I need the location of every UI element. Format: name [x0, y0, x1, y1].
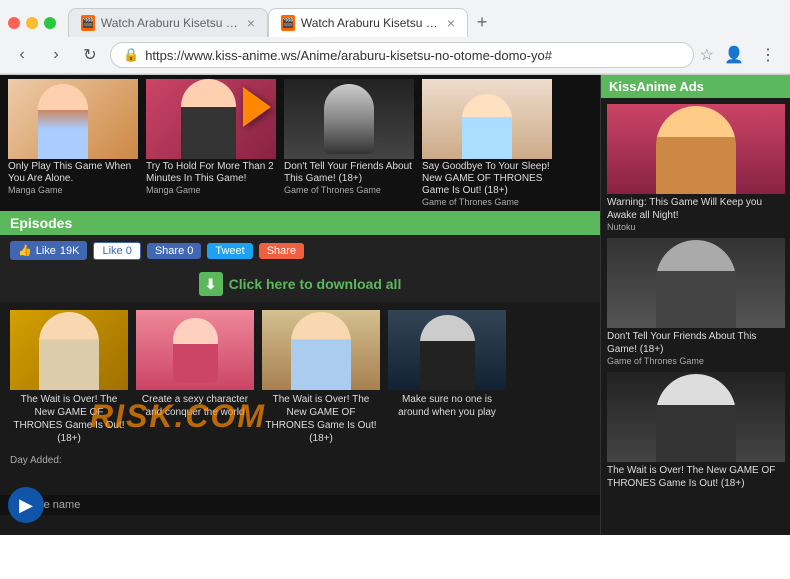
tab-2-favicon: 🎬 [281, 15, 295, 31]
sidebar-ad-1-source: Nutoku [607, 222, 784, 232]
sidebar-ad-1-title: Warning: This Game Will Keep you Awake a… [607, 196, 784, 222]
fb-like-label: Like [36, 245, 56, 257]
top-ad-3-title: Don't Tell Your Friends About This Game!… [284, 161, 414, 185]
top-ad-3-image [284, 79, 414, 159]
nav-bar: ‹ › ↻ 🔒 https://www.kiss-anime.ws/Anime/… [0, 37, 790, 74]
top-ad-4-image [422, 79, 552, 159]
top-ad-1-source: Manga Game [8, 185, 138, 195]
sidebar-ad-3-image [607, 372, 785, 462]
top-ad-3[interactable]: Don't Tell Your Friends About This Game!… [284, 79, 414, 207]
top-ad-4[interactable]: Say Goodbye To Your Sleep! New GAME OF T… [422, 79, 552, 207]
loading-badge: ▶ [8, 487, 44, 523]
bookmark-icon[interactable]: ☆ [700, 45, 714, 65]
tab-1-label: Watch Araburu Kisetsu no Oto... [101, 16, 241, 30]
minimize-window-btn[interactable] [26, 17, 38, 29]
episode-4-thumb [388, 310, 506, 390]
maximize-window-btn[interactable] [44, 17, 56, 29]
lock-icon: 🔒 [123, 47, 139, 63]
tab-1[interactable]: 🎬 Watch Araburu Kisetsu no Oto... × [68, 8, 268, 37]
top-ads-strip: Only Play This Game When You Are Alone. … [0, 75, 600, 211]
right-sidebar: KissAnime Ads Warning: This Game Will Ke… [600, 75, 790, 535]
top-ad-4-source: Game of Thrones Game [422, 197, 552, 207]
watermark: RISK.COM [90, 398, 600, 435]
fb-like-icon: 👍 [18, 244, 32, 257]
address-bar[interactable]: 🔒 https://www.kiss-anime.ws/Anime/arabur… [110, 42, 694, 68]
main-content: Only Play This Game When You Are Alone. … [0, 75, 600, 535]
sidebar-ad-2-title: Don't Tell Your Friends About This Game!… [607, 330, 784, 356]
new-tab-btn[interactable]: + [468, 8, 496, 36]
top-ad-3-source: Game of Thrones Game [284, 185, 414, 195]
sidebar-ad-3[interactable]: The Wait is Over! The New GAME OF THRONE… [607, 372, 784, 490]
back-btn[interactable]: ‹ [8, 41, 36, 69]
sidebar-ad-1[interactable]: Warning: This Game Will Keep you Awake a… [607, 104, 784, 232]
top-ad-1[interactable]: Only Play This Game When You Are Alone. … [8, 79, 138, 207]
download-icon: ⬇ [199, 272, 223, 296]
title-bar: 🎬 Watch Araburu Kisetsu no Oto... × 🎬 Wa… [0, 0, 790, 37]
address-text: https://www.kiss-anime.ws/Anime/araburu-… [145, 48, 680, 63]
sidebar-ad-2-source: Game of Thrones Game [607, 356, 784, 366]
social-bar: 👍 Like 19K Like 0 Share 0 Tweet Share [0, 235, 600, 266]
refresh-btn[interactable]: ↻ [76, 41, 104, 69]
page-content: Only Play This Game When You Are Alone. … [0, 75, 790, 535]
sidebar-header: KissAnime Ads [601, 75, 790, 98]
account-btn[interactable]: 👤 [720, 41, 748, 69]
day-added: Day Added: [0, 453, 600, 468]
like-count: 19K [60, 245, 80, 257]
like-box[interactable]: 👍 Like 19K [10, 241, 87, 260]
sidebar-ad-2[interactable]: Don't Tell Your Friends About This Game!… [607, 238, 784, 366]
bottom-bar: Episode name [0, 495, 600, 515]
tabs-bar: 🎬 Watch Araburu Kisetsu no Oto... × 🎬 Wa… [68, 8, 496, 37]
top-ad-2-image [146, 79, 276, 159]
fb-like-btn[interactable]: Like 0 [93, 242, 140, 260]
twitter-tweet-btn[interactable]: Tweet [207, 243, 252, 259]
menu-btn[interactable]: ⋮ [754, 41, 782, 69]
tab-1-favicon: 🎬 [81, 15, 95, 31]
top-ad-2-source: Manga Game [146, 185, 276, 195]
top-ad-4-title: Say Goodbye To Your Sleep! New GAME OF T… [422, 161, 552, 197]
tab-2-label: Watch Araburu Kisetsu no Oto... [301, 16, 441, 30]
forward-btn[interactable]: › [42, 41, 70, 69]
sidebar-ad-3-title: The Wait is Over! The New GAME OF THRONE… [607, 464, 784, 490]
download-bar: ⬇ Click here to download all [0, 266, 600, 302]
tab-1-close[interactable]: × [247, 15, 255, 31]
share-btn[interactable]: Share [259, 243, 304, 259]
download-link[interactable]: ⬇ Click here to download all [199, 272, 402, 296]
episodes-label: Episodes [10, 215, 72, 231]
episode-3-thumb [262, 310, 380, 390]
top-ad-2[interactable]: Try To Hold For More Than 2 Minutes In T… [146, 79, 276, 207]
window-controls [8, 17, 56, 29]
fb-share-btn[interactable]: Share 0 [147, 243, 202, 259]
sidebar-ad-2-image [607, 238, 785, 328]
top-ad-1-title: Only Play This Game When You Are Alone. [8, 161, 138, 185]
top-ad-1-image [8, 79, 138, 159]
sidebar-ad-1-image [607, 104, 785, 194]
browser-chrome: 🎬 Watch Araburu Kisetsu no Oto... × 🎬 Wa… [0, 0, 790, 75]
episodes-header: Episodes [0, 211, 600, 235]
episode-2-thumb [136, 310, 254, 390]
loading-icon: ▶ [19, 495, 33, 516]
tab-2-close[interactable]: × [447, 15, 455, 31]
episode-1-thumb [10, 310, 128, 390]
tab-2[interactable]: 🎬 Watch Araburu Kisetsu no Oto... × [268, 8, 468, 37]
download-label: Click here to download all [229, 276, 402, 292]
top-ad-2-title: Try To Hold For More Than 2 Minutes In T… [146, 161, 276, 185]
close-window-btn[interactable] [8, 17, 20, 29]
